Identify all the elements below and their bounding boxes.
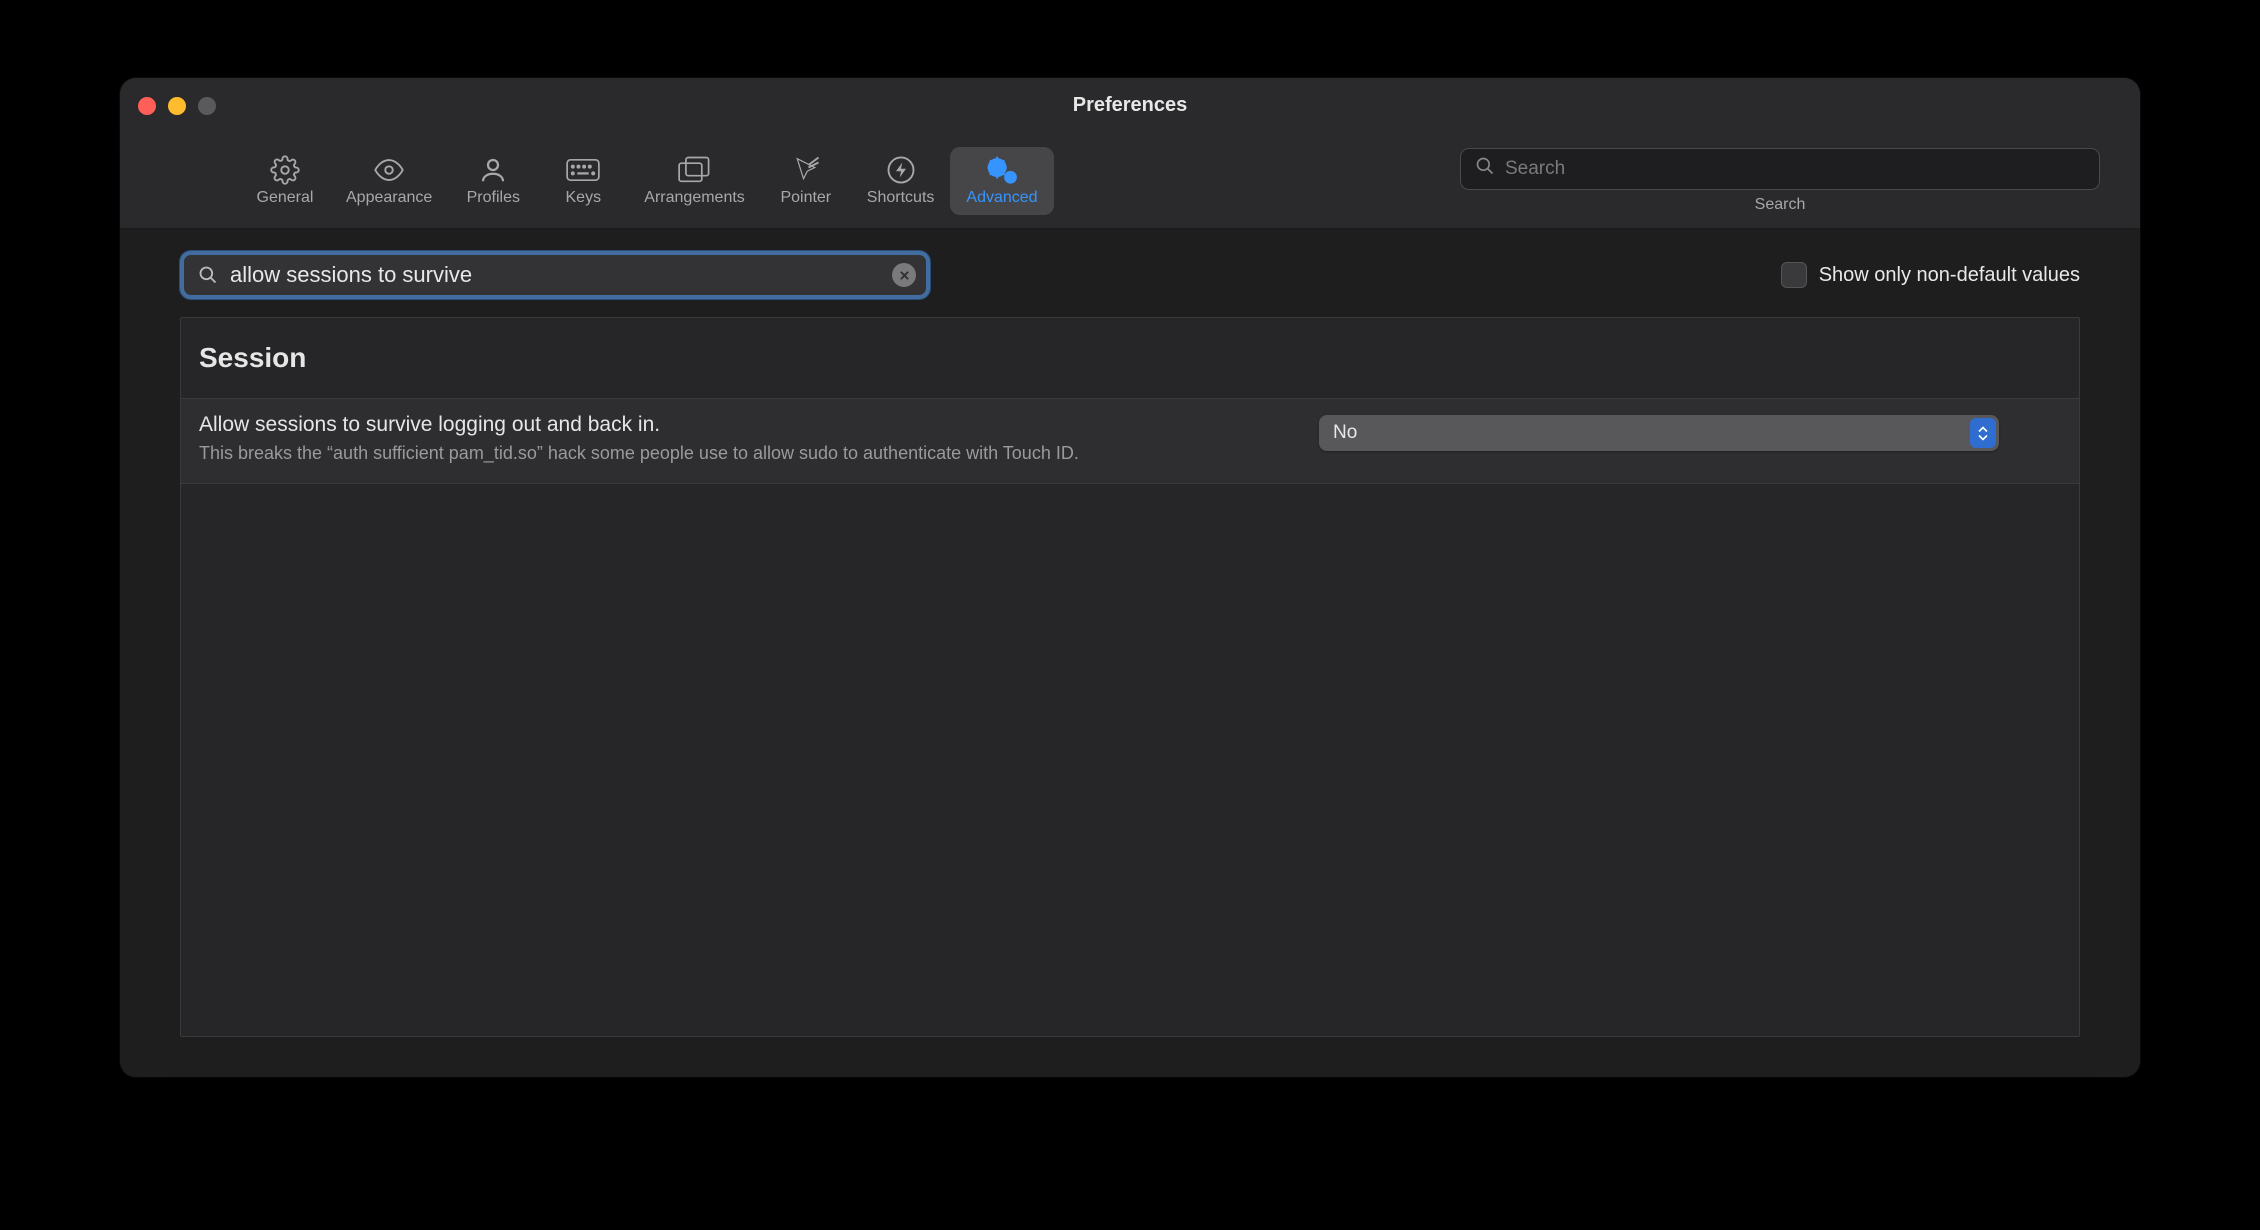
minimize-button[interactable]: [168, 97, 186, 115]
non-default-checkbox-wrap[interactable]: Show only non-default values: [1781, 262, 2080, 288]
filter-row: Show only non-default values: [180, 251, 2080, 299]
tab-label: General: [257, 189, 314, 207]
tab-appearance[interactable]: Appearance: [330, 147, 448, 215]
preferences-window: Preferences General Appearance Profiles: [120, 78, 2140, 1077]
tabs: General Appearance Profiles Keys: [240, 147, 1054, 215]
tab-profiles[interactable]: Profiles: [448, 147, 538, 215]
clear-search-button[interactable]: [892, 263, 916, 287]
gear-icon: [268, 155, 302, 185]
window-title: Preferences: [120, 94, 2140, 117]
setting-select[interactable]: No: [1319, 415, 1999, 451]
setting-description: This breaks the “auth sufficient pam_tid…: [199, 441, 1279, 465]
maximize-button[interactable]: [198, 97, 216, 115]
traffic-lights: [138, 97, 216, 115]
tab-label: Arrangements: [644, 189, 745, 207]
tab-shortcuts[interactable]: Shortcuts: [851, 147, 951, 215]
tab-label: Profiles: [467, 189, 520, 207]
gears-icon: [985, 155, 1019, 185]
user-icon: [476, 155, 510, 185]
select-stepper-icon: [1970, 418, 1996, 448]
tab-keys[interactable]: Keys: [538, 147, 628, 215]
tab-label: Appearance: [346, 189, 432, 207]
section-header: Session: [181, 318, 2079, 399]
keyboard-icon: [566, 155, 600, 185]
non-default-checkbox-label: Show only non-default values: [1819, 264, 2080, 287]
windows-icon: [678, 155, 712, 185]
tab-arrangements[interactable]: Arrangements: [628, 147, 761, 215]
search-icon: [1475, 156, 1495, 181]
tab-label: Shortcuts: [867, 189, 935, 207]
filter-search-input[interactable]: [230, 262, 892, 288]
setting-select-value: No: [1333, 422, 1357, 444]
search-icon: [198, 265, 218, 285]
tab-label: Keys: [566, 189, 602, 207]
setting-row: Allow sessions to survive logging out an…: [181, 399, 2079, 484]
setting-text: Allow sessions to survive logging out an…: [199, 413, 1279, 465]
settings-panel: Session Allow sessions to survive loggin…: [180, 317, 2080, 1037]
filter-search[interactable]: [180, 251, 930, 299]
toolbar-search-label: Search: [1755, 196, 1806, 214]
tab-advanced[interactable]: Advanced: [950, 147, 1053, 215]
toolbar-search-wrap: Search: [1460, 148, 2100, 214]
cursor-icon: [789, 155, 823, 185]
titlebar: Preferences: [120, 78, 2140, 133]
bolt-icon: [884, 155, 918, 185]
eye-icon: [372, 155, 406, 185]
close-button[interactable]: [138, 97, 156, 115]
toolbar-search[interactable]: [1460, 148, 2100, 190]
toolbar: General Appearance Profiles Keys: [120, 133, 2140, 229]
content-area: Show only non-default values Session All…: [120, 229, 2140, 1077]
toolbar-search-input[interactable]: [1505, 158, 2085, 180]
non-default-checkbox[interactable]: [1781, 262, 1807, 288]
setting-title: Allow sessions to survive logging out an…: [199, 413, 1279, 437]
tab-pointer[interactable]: Pointer: [761, 147, 851, 215]
setting-select-wrap: No: [1319, 415, 1999, 451]
tab-label: Advanced: [966, 189, 1037, 207]
tab-general[interactable]: General: [240, 147, 330, 215]
tab-label: Pointer: [780, 189, 831, 207]
